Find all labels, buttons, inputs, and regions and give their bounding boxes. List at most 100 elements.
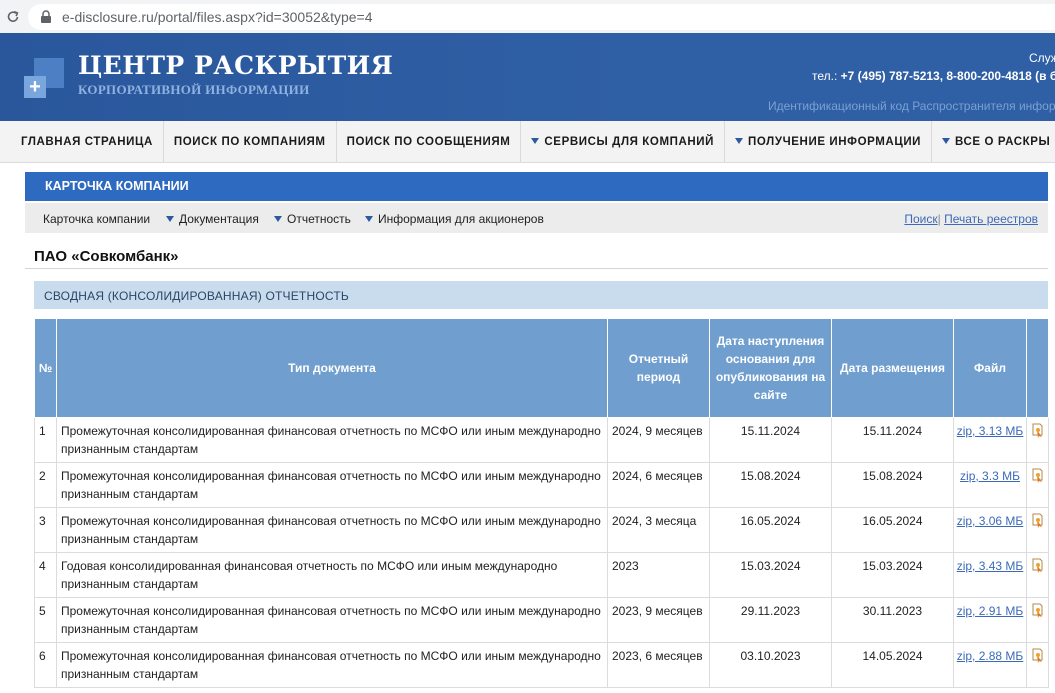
lock-icon xyxy=(40,9,52,24)
signature-icon[interactable] xyxy=(1031,648,1044,663)
row-basis-date: 29.11.2023 xyxy=(709,597,832,643)
documents-table: № Тип документа Отчетный период Дата нас… xyxy=(34,318,1049,688)
row-doc-type: Промежуточная консолидированная финансов… xyxy=(56,462,608,508)
row-doc-type: Промежуточная консолидированная финансов… xyxy=(56,417,608,463)
header-basis-date: Дата наступления основания для опубликов… xyxy=(709,318,832,418)
section-title: СВОДНАЯ (КОНСОЛИДИРОВАННАЯ) ОТЧЕТНОСТЬ xyxy=(44,289,349,303)
card-header: КАРТОЧКА КОМПАНИИ xyxy=(25,172,1048,201)
service-label: Служ xyxy=(1029,51,1055,65)
header-period: Отчетный период xyxy=(607,318,710,418)
subnav-documentation[interactable]: Документация xyxy=(166,212,259,226)
row-placed-date: 15.03.2024 xyxy=(831,552,954,598)
subnav-shareholder-info[interactable]: Информация для акционеров xyxy=(365,212,544,226)
dropdown-arrow-icon xyxy=(365,216,373,222)
reload-icon[interactable] xyxy=(6,10,20,24)
row-num: 6 xyxy=(34,642,57,688)
company-name: ПАО «Совкомбанк» xyxy=(34,248,179,265)
row-num: 2 xyxy=(34,462,57,508)
row-doc-type: Годовая консолидированная финансовая отч… xyxy=(56,552,608,598)
site-header: + ЦЕНТР РАСКРЫТИЯ КОРПОРАТИВНОЙ ИНФОРМАЦ… xyxy=(0,33,1055,121)
phone-info: тел.: +7 (495) 787-5213, 8-800-200-4818 … xyxy=(812,69,1055,83)
row-basis-date: 15.03.2024 xyxy=(709,552,832,598)
row-placed-date: 16.05.2024 xyxy=(831,507,954,553)
header-signature xyxy=(1026,318,1049,418)
distributor-id: Идентификационный код Распространителя и… xyxy=(768,99,1055,113)
row-file: zip, 2.88 МБ xyxy=(953,642,1027,688)
table-row: 2 Промежуточная консолидированная финансо… xyxy=(34,462,1049,508)
row-doc-type: Промежуточная консолидированная финансов… xyxy=(56,642,608,688)
site-subtitle: КОРПОРАТИВНОЙ ИНФОРМАЦИИ xyxy=(78,82,310,97)
signature-icon[interactable] xyxy=(1031,423,1044,438)
row-signature xyxy=(1026,417,1049,463)
url-field[interactable]: e-disclosure.ru/portal/files.aspx?id=300… xyxy=(28,3,1055,30)
nav-message-search[interactable]: ПОИСК ПО СООБЩЕНИЯМ xyxy=(337,121,522,162)
file-download-link[interactable]: zip, 2.88 МБ xyxy=(957,649,1024,663)
dropdown-arrow-icon xyxy=(274,216,282,222)
row-file: zip, 3.43 МБ xyxy=(953,552,1027,598)
row-period: 2024, 6 месяцев xyxy=(607,462,710,508)
row-placed-date: 15.08.2024 xyxy=(831,462,954,508)
print-registers-link[interactable]: Печать реестров xyxy=(944,212,1038,226)
nav-home[interactable]: ГЛАВНАЯ СТРАНИЦА xyxy=(0,121,164,162)
file-download-link[interactable]: zip, 3.13 МБ xyxy=(957,424,1024,438)
signature-icon[interactable] xyxy=(1031,513,1044,528)
row-file: zip, 3.13 МБ xyxy=(953,417,1027,463)
file-download-link[interactable]: zip, 3.43 МБ xyxy=(957,559,1024,573)
table-row: 3 Промежуточная консолидированная финансо… xyxy=(34,507,1049,553)
section-header: СВОДНАЯ (КОНСОЛИДИРОВАННАЯ) ОТЧЕТНОСТЬ xyxy=(34,281,1048,309)
row-basis-date: 16.05.2024 xyxy=(709,507,832,553)
row-signature xyxy=(1026,507,1049,553)
row-period: 2023, 9 месяцев xyxy=(607,597,710,643)
divider xyxy=(25,268,1048,269)
row-basis-date: 15.08.2024 xyxy=(709,462,832,508)
header-type: Тип документа xyxy=(56,318,608,418)
signature-icon[interactable] xyxy=(1031,558,1044,573)
row-num: 3 xyxy=(34,507,57,553)
row-num: 1 xyxy=(34,417,57,463)
row-basis-date: 15.11.2024 xyxy=(709,417,832,463)
search-link[interactable]: Поиск xyxy=(904,212,937,226)
main-nav: ГЛАВНАЯ СТРАНИЦА ПОИСК ПО КОМПАНИЯМ ПОИС… xyxy=(0,121,1055,163)
url-text: e-disclosure.ru/portal/files.aspx?id=300… xyxy=(62,8,373,25)
row-num: 4 xyxy=(34,552,57,598)
browser-address-bar: e-disclosure.ru/portal/files.aspx?id=300… xyxy=(0,0,1055,33)
dropdown-arrow-icon xyxy=(942,138,951,144)
row-period: 2023, 6 месяцев xyxy=(607,642,710,688)
site-title[interactable]: ЦЕНТР РАСКРЫТИЯ xyxy=(78,51,393,80)
card-subnav: Карточка компании Документация Отчетност… xyxy=(25,203,1048,233)
signature-icon[interactable] xyxy=(1031,468,1044,483)
header-num: № xyxy=(34,318,57,418)
dropdown-arrow-icon xyxy=(735,138,744,144)
row-period: 2024, 3 месяца xyxy=(607,507,710,553)
row-signature xyxy=(1026,552,1049,598)
subnav-links: Поиск| Печать реестров xyxy=(904,212,1038,226)
file-download-link[interactable]: zip, 2.91 МБ xyxy=(957,604,1024,618)
row-period: 2023 xyxy=(607,552,710,598)
row-placed-date: 15.11.2024 xyxy=(831,417,954,463)
table-row: 5 Промежуточная консолидированная финансо… xyxy=(34,597,1049,643)
dropdown-arrow-icon xyxy=(166,216,174,222)
logo-icon[interactable]: + xyxy=(24,58,64,98)
nav-get-info[interactable]: ПОЛУЧЕНИЕ ИНФОРМАЦИИ xyxy=(725,121,933,162)
subnav-reporting[interactable]: Отчетность xyxy=(274,212,351,226)
row-file: zip, 3.06 МБ xyxy=(953,507,1027,553)
header-file: Файл xyxy=(953,318,1027,418)
row-doc-type: Промежуточная консолидированная финансов… xyxy=(56,507,608,553)
row-file: zip, 3.3 МБ xyxy=(953,462,1027,508)
row-doc-type: Промежуточная консолидированная финансов… xyxy=(56,597,608,643)
row-placed-date: 14.05.2024 xyxy=(831,642,954,688)
subnav-company-card[interactable]: Карточка компании xyxy=(43,212,150,226)
row-num: 5 xyxy=(34,597,57,643)
row-signature xyxy=(1026,462,1049,508)
row-placed-date: 30.11.2023 xyxy=(831,597,954,643)
nav-company-services[interactable]: СЕРВИСЫ ДЛЯ КОМПАНИЙ xyxy=(521,121,726,162)
header-placed-date: Дата размещения xyxy=(831,318,954,418)
table-row: 1 Промежуточная консолидированная финансо… xyxy=(34,417,1049,463)
signature-icon[interactable] xyxy=(1031,603,1044,618)
file-download-link[interactable]: zip, 3.3 МБ xyxy=(960,469,1020,483)
row-signature xyxy=(1026,597,1049,643)
file-download-link[interactable]: zip, 3.06 МБ xyxy=(957,514,1024,528)
card-title: КАРТОЧКА КОМПАНИИ xyxy=(45,179,189,193)
nav-about[interactable]: ВСЕ О РАСКРЫ xyxy=(932,121,1055,162)
nav-company-search[interactable]: ПОИСК ПО КОМПАНИЯМ xyxy=(164,121,337,162)
